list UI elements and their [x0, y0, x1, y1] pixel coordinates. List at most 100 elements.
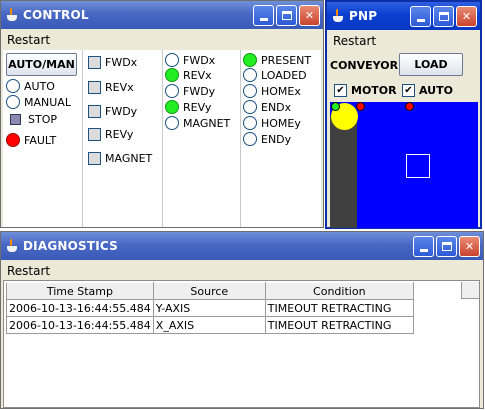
indicator-icon: [243, 132, 257, 146]
load-button[interactable]: LOAD: [399, 53, 463, 76]
mode-column: AUTO/MAN AUTO MANUAL STOP FAULT: [3, 50, 83, 227]
input-label: LOADED: [261, 68, 307, 82]
output-fwdx[interactable]: FWDx: [88, 56, 137, 69]
output-magnet[interactable]: MAGNET: [88, 152, 152, 165]
pnp-titlebar[interactable]: PNP ✕: [327, 2, 480, 30]
output-label: FWDx: [105, 56, 138, 69]
indicator-on-icon: [243, 53, 257, 67]
conveyor-belt: [330, 116, 357, 228]
checkmark-icon: ✔: [402, 84, 415, 97]
outputs-column: FWDx REVx FWDy REVy MAGNET: [83, 50, 163, 227]
automan-button[interactable]: AUTO/MAN: [6, 53, 77, 76]
load-label: LOAD: [414, 58, 448, 71]
input-label: REVx: [183, 68, 212, 82]
indicator-icon: [165, 53, 179, 67]
diagnostics-table-panel: Time Stamp Source Condition 2006-10-13-1…: [3, 280, 480, 408]
output-label: REVy: [105, 128, 134, 141]
input-endy: ENDy: [243, 132, 291, 146]
source-cell: X_AXIS: [152, 316, 266, 334]
table-header-row: Time Stamp Source Condition: [6, 282, 414, 300]
menu-restart[interactable]: Restart: [333, 34, 376, 48]
input-label: FWDx: [183, 53, 216, 67]
diagnostics-table: Time Stamp Source Condition 2006-10-13-1…: [6, 282, 414, 334]
control-titlebar[interactable]: CONTROL ✕: [1, 1, 323, 29]
java-icon: [331, 8, 345, 24]
stop-label: STOP: [28, 113, 57, 126]
java-icon: [5, 238, 19, 254]
target-box: [406, 154, 430, 178]
menu-restart[interactable]: Restart: [7, 264, 50, 278]
input-label: FWDy: [183, 84, 216, 98]
auto-checkbox[interactable]: ✔ AUTO: [402, 84, 453, 97]
timestamp-cell: 2006-10-13-16:44:55.484: [6, 299, 154, 317]
stop-indicator[interactable]: STOP: [9, 113, 57, 126]
close-button[interactable]: ✕: [299, 5, 320, 26]
automan-label: AUTO/MAN: [8, 58, 75, 71]
output-fwdy[interactable]: FWDy: [88, 105, 137, 118]
input-label: HOMEy: [261, 116, 301, 130]
sensor-dot: [356, 102, 365, 111]
condition-cell: TIMEOUT RETRACTING: [264, 316, 414, 334]
maximize-button[interactable]: [433, 6, 454, 27]
manual-radio[interactable]: MANUAL: [6, 95, 71, 109]
input-label: REVy: [183, 100, 212, 114]
output-label: REVx: [105, 81, 134, 94]
output-label: MAGNET: [105, 152, 153, 165]
control-window: CONTROL ✕ Restart AUTO/MAN AUTO MANUAL S…: [0, 0, 324, 228]
input-label: ENDy: [261, 132, 292, 146]
diagnostics-titlebar[interactable]: DIAGNOSTICS ✕: [1, 232, 483, 260]
minimize-button[interactable]: [413, 236, 434, 257]
close-button[interactable]: ✕: [459, 236, 480, 257]
indicator-icon: [165, 84, 179, 98]
maximize-button[interactable]: [436, 236, 457, 257]
indicator-icon: [243, 68, 257, 82]
checkmark-icon: ✔: [334, 84, 347, 97]
sensor-dot: [405, 102, 414, 111]
input-fwdy: FWDy: [165, 84, 215, 98]
maximize-button[interactable]: [276, 5, 297, 26]
indicator-icon: [243, 116, 257, 130]
table-row[interactable]: 2006-10-13-16:44:55.484 Y-AXIS TIMEOUT R…: [6, 299, 414, 317]
column-header-source[interactable]: Source: [152, 282, 266, 300]
radio-icon: [6, 95, 20, 109]
motor-label: MOTOR: [351, 84, 397, 97]
indicator-icon: [243, 84, 257, 98]
inputs-column-b: PRESENT LOADED HOMEx ENDx HOMEy ENDy: [241, 50, 321, 227]
pnp-window: PNP ✕ Restart CONVEYOR LOAD ✔ MOTOR ✔ AUTO: [325, 0, 482, 229]
close-button[interactable]: ✕: [456, 6, 477, 27]
menu-restart[interactable]: Restart: [7, 33, 50, 47]
input-revy: REVy: [165, 100, 211, 114]
motor-checkbox[interactable]: ✔ MOTOR: [334, 84, 397, 97]
checkbox-icon: [88, 105, 101, 118]
input-label: HOMEx: [261, 84, 301, 98]
column-header-condition[interactable]: Condition: [264, 282, 414, 300]
indicator-on-icon: [165, 68, 179, 82]
auto-label: AUTO: [24, 79, 55, 93]
auto-radio[interactable]: AUTO: [6, 79, 55, 93]
manual-label: MANUAL: [24, 95, 71, 109]
table-row[interactable]: 2006-10-13-16:44:55.484 X_AXIS TIMEOUT R…: [6, 316, 414, 334]
window-title: DIAGNOSTICS: [23, 239, 118, 253]
window-title: CONTROL: [23, 8, 89, 22]
checkbox-icon: [88, 128, 101, 141]
input-label: MAGNET: [183, 116, 231, 130]
checkbox-icon: [88, 152, 101, 165]
column-header-timestamp[interactable]: Time Stamp: [6, 282, 154, 300]
indicator-icon: [165, 116, 179, 130]
fault-label: FAULT: [24, 133, 57, 147]
minimize-button[interactable]: [253, 5, 274, 26]
input-label: ENDx: [261, 100, 292, 114]
timestamp-cell: 2006-10-13-16:44:55.484: [6, 316, 154, 334]
minimize-button[interactable]: [410, 6, 431, 27]
conveyor-label: CONVEYOR: [330, 59, 399, 72]
output-revy[interactable]: REVy: [88, 128, 133, 141]
input-fwdx: FWDx: [165, 53, 215, 67]
checkbox-icon: [88, 56, 101, 69]
input-homex: HOMEx: [243, 84, 301, 98]
indicator-on-icon: [165, 100, 179, 114]
indicator-icon: [243, 100, 257, 114]
fault-indicator: FAULT: [6, 133, 56, 147]
input-loaded: LOADED: [243, 68, 307, 82]
radio-icon: [6, 79, 20, 93]
output-revx[interactable]: REVx: [88, 81, 134, 94]
